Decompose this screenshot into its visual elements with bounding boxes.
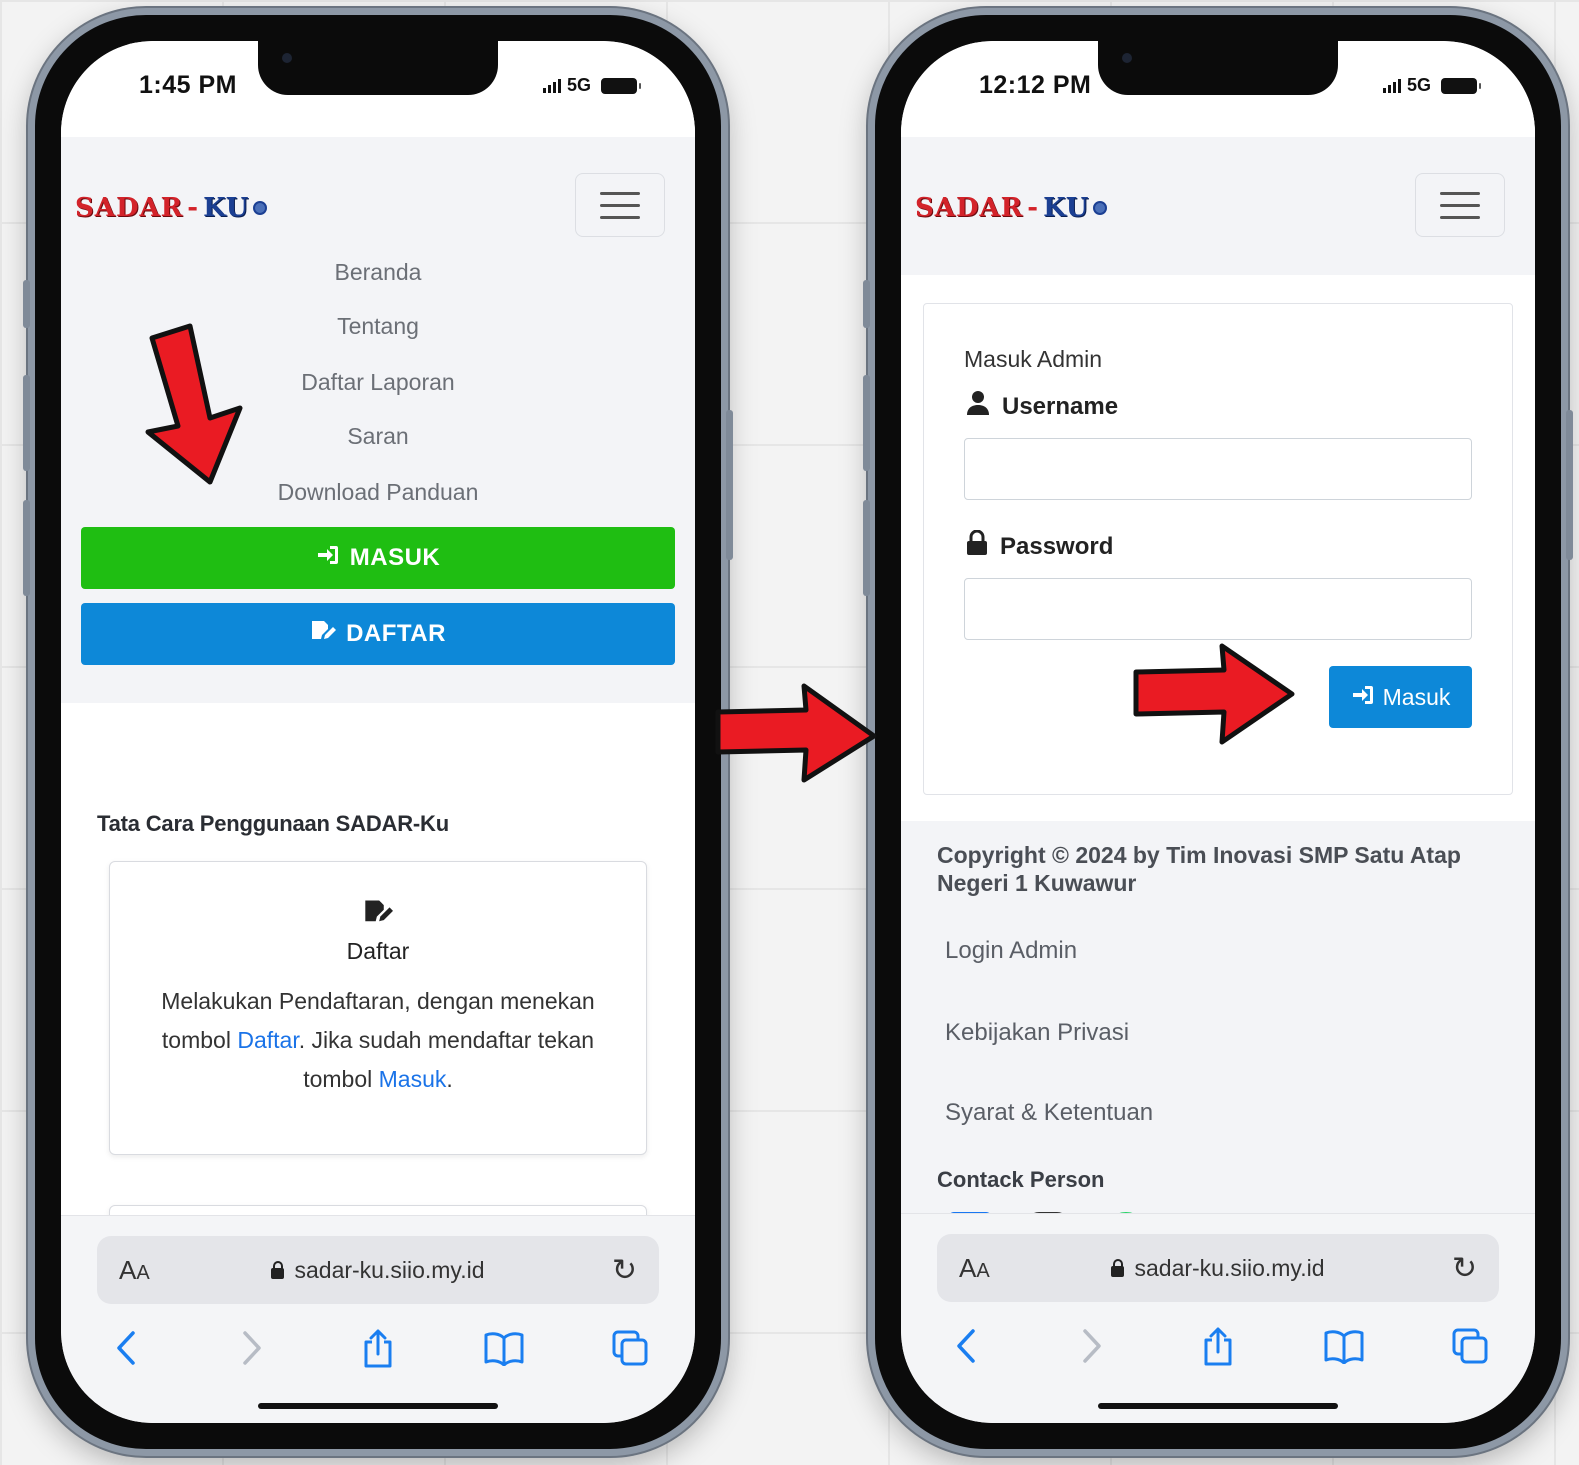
address-bar[interactable]: AA sadar-ku.siio.my.id ↻ xyxy=(97,1236,659,1304)
card-title: Daftar xyxy=(346,938,410,964)
site-logo[interactable]: SADAR - KU xyxy=(75,193,268,223)
username-input[interactable] xyxy=(964,438,1472,500)
site-footer: Copyright © 2024 by Tim Inovasi SMP Satu… xyxy=(901,821,1535,1241)
navbar: SADAR - KU xyxy=(901,137,1535,275)
url-text: sadar-ku.siio.my.id xyxy=(294,1256,485,1283)
network-label: 5G xyxy=(1406,75,1431,95)
forward-icon[interactable] xyxy=(227,1330,277,1366)
phone-frame-left: 1:45 PM 5G SADAR - KU Beranda Tentang Da xyxy=(23,8,733,1456)
browser-toolbar: AA sadar-ku.siio.my.id ↻ xyxy=(61,1215,695,1423)
footer-link-kebijakan-privasi[interactable]: Kebijakan Privasi xyxy=(945,1019,1129,1047)
masuk-submit-button[interactable]: Masuk xyxy=(1329,666,1472,728)
browser-toolbar: AA sadar-ku.siio.my.id ↻ xyxy=(901,1213,1535,1423)
status-time: 1:45 PM xyxy=(139,71,237,99)
network-label: 5G xyxy=(566,75,591,95)
share-icon[interactable] xyxy=(1193,1326,1243,1366)
reload-icon[interactable]: ↻ xyxy=(1452,1251,1477,1286)
mute-switch xyxy=(863,280,870,328)
guide-card: Daftar Melakukan Pendaftaran, dengan men… xyxy=(109,861,647,1155)
lock-icon xyxy=(271,1260,285,1279)
nav-item-beranda[interactable]: Beranda xyxy=(61,259,695,286)
reload-icon[interactable]: ↻ xyxy=(612,1253,637,1288)
mute-switch xyxy=(23,280,30,328)
sign-in-icon xyxy=(1351,684,1375,711)
address-bar[interactable]: AA sadar-ku.siio.my.id ↻ xyxy=(937,1234,1499,1302)
phone-screen-left: 1:45 PM 5G SADAR - KU Beranda Tentang Da xyxy=(61,41,695,1423)
lock-icon xyxy=(966,529,988,563)
menu-toggle-button[interactable] xyxy=(575,173,665,237)
login-heading: Masuk Admin xyxy=(964,346,1103,372)
masuk-button[interactable]: MASUK xyxy=(81,527,675,589)
back-icon[interactable] xyxy=(941,1328,991,1364)
tabs-icon[interactable] xyxy=(1445,1327,1495,1365)
menu-toggle-button[interactable] xyxy=(1415,173,1505,237)
status-time: 12:12 PM xyxy=(979,71,1092,99)
power-button xyxy=(1566,410,1573,560)
footer-link-syarat-ketentuan[interactable]: Syarat & Ketentuan xyxy=(945,1099,1153,1127)
bookmarks-icon[interactable] xyxy=(1319,1328,1369,1364)
footer-link-login-admin[interactable]: Login Admin xyxy=(945,937,1077,965)
tabs-icon[interactable] xyxy=(605,1329,655,1367)
notch xyxy=(258,41,498,95)
volume-up-button xyxy=(863,375,870,471)
sign-in-icon xyxy=(316,545,340,571)
daftar-link[interactable]: Daftar xyxy=(237,1027,298,1053)
home-indicator xyxy=(1098,1403,1338,1409)
notch xyxy=(1098,41,1338,95)
edit-icon xyxy=(310,619,337,649)
red-arrow-down-icon xyxy=(145,323,243,485)
signal-icon xyxy=(542,78,561,93)
logo-seal-icon xyxy=(1093,201,1108,215)
section-title: Tata Cara Penggunaan SADAR-Ku xyxy=(97,811,449,836)
red-arrow-pointer-icon xyxy=(1133,643,1295,745)
volume-down-button xyxy=(23,500,30,596)
edit-icon xyxy=(110,898,646,933)
home-indicator xyxy=(258,1403,498,1409)
battery-icon xyxy=(601,77,641,94)
password-label: Password xyxy=(966,529,1113,563)
back-icon[interactable] xyxy=(101,1330,151,1366)
logo-seal-icon xyxy=(253,201,268,215)
volume-down-button xyxy=(863,500,870,596)
site-logo[interactable]: SADAR - KU xyxy=(915,193,1108,223)
signal-icon xyxy=(1382,78,1401,93)
card-text: Melakukan Pendaftaran, dengan menekan to… xyxy=(161,988,595,1092)
user-icon xyxy=(966,390,990,423)
battery-icon xyxy=(1441,77,1481,94)
red-arrow-right-icon xyxy=(715,683,877,783)
forward-icon[interactable] xyxy=(1067,1328,1117,1364)
password-input[interactable] xyxy=(964,578,1472,640)
lock-icon xyxy=(1111,1258,1125,1277)
daftar-button[interactable]: DAFTAR xyxy=(81,603,675,665)
username-label: Username xyxy=(966,390,1118,423)
copyright-text: Copyright © 2024 by Tim Inovasi SMP Satu… xyxy=(937,842,1461,896)
volume-up-button xyxy=(23,375,30,471)
url-text: sadar-ku.siio.my.id xyxy=(1134,1254,1325,1281)
masuk-link[interactable]: Masuk xyxy=(379,1066,447,1092)
power-button xyxy=(726,410,733,560)
contact-title: Contack Person xyxy=(937,1167,1105,1192)
bookmarks-icon[interactable] xyxy=(479,1330,529,1366)
share-icon[interactable] xyxy=(353,1328,403,1368)
